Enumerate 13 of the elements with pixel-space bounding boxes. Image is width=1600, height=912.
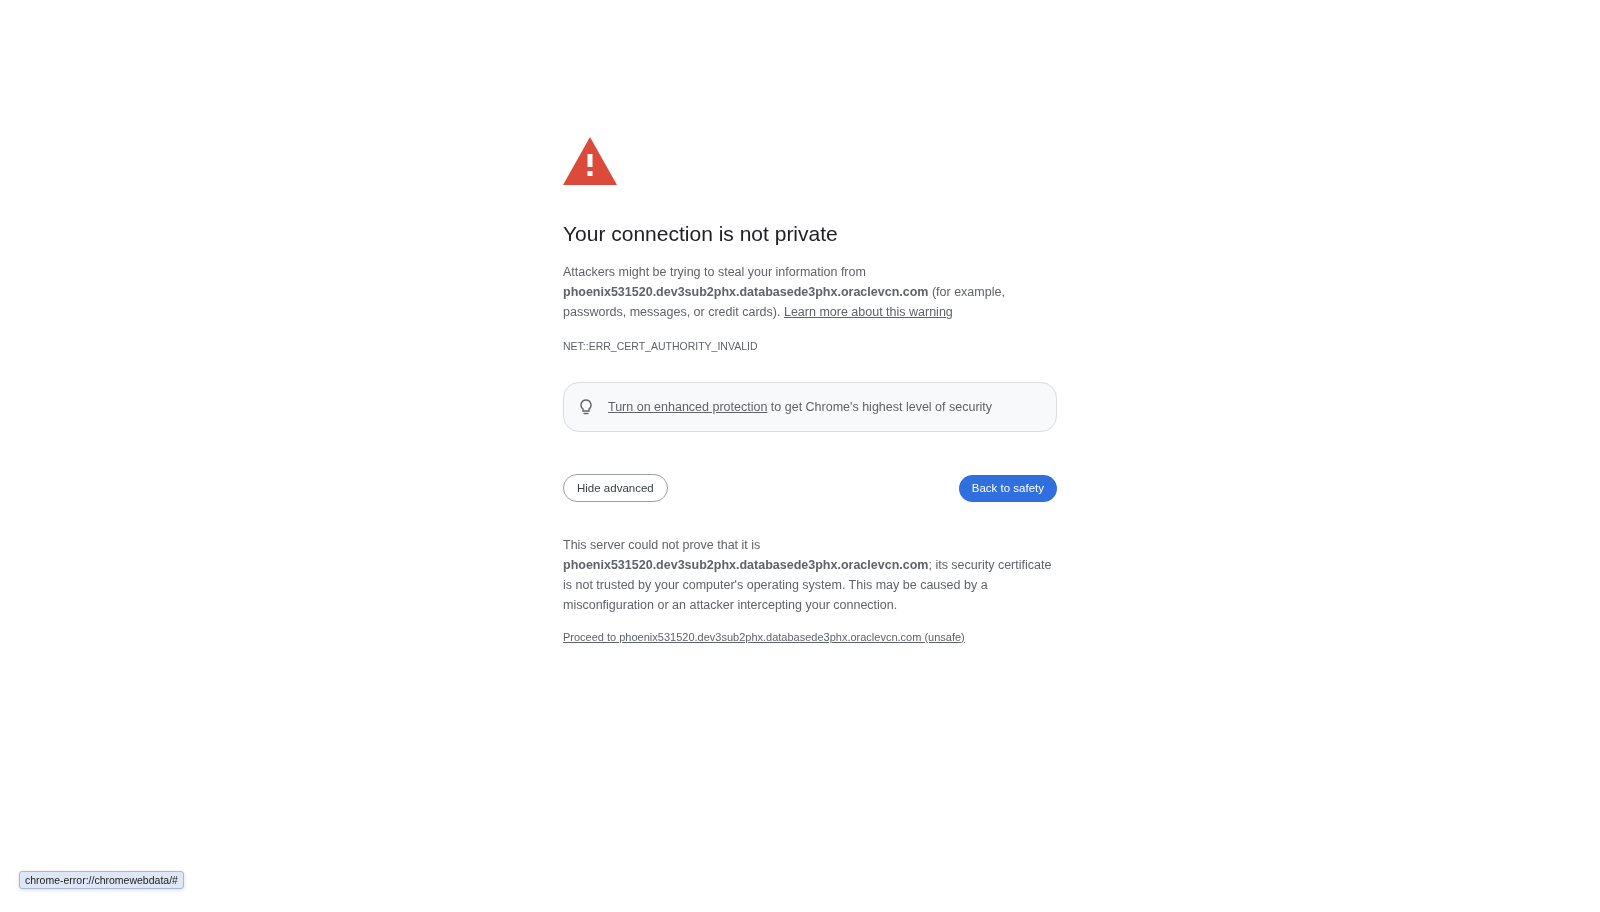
page-heading: Your connection is not private: [563, 221, 838, 247]
warning-paragraph: Attackers might be trying to steal your information from phoenix531520.dev3sub2phx.databasede3phx.oraclevcn.com (for example, passwords, messages, or credit cards). Learn more about this warning: [563, 264, 1006, 321]
lightbulb-icon: [580, 399, 592, 415]
error-code: NET::ERR_CERT_AUTHORITY_INVALID: [563, 340, 758, 352]
proceed-link[interactable]: Proceed to phoenix531520.dev3sub2phx.databasede3phx.oraclevcn.com (unsafe): [563, 631, 965, 643]
hide-advanced-button[interactable]: Hide advanced: [563, 474, 668, 502]
back-to-safety-button[interactable]: Back to safety: [958, 474, 1057, 502]
learn-more-link[interactable]: Learn more about this warning: [783, 305, 953, 319]
details-paragraph: This server could not prove that it is phoenix531520.dev3sub2phx.databasede3phx.oraclevcn.com; its security certificate is not trusted by your computer's operating system. This may be caused by a misconfiguration or an attacker intercepting your connection.: [563, 537, 1053, 614]
enhanced-protection-link[interactable]: Turn on enhanced protection: [608, 400, 768, 414]
warning-icon: [563, 137, 617, 185]
tip-text: Turn on enhanced protection to get Chrome's highest level of security: [608, 400, 993, 414]
status-url: chrome-error://chromewebdata/#: [19, 871, 184, 889]
